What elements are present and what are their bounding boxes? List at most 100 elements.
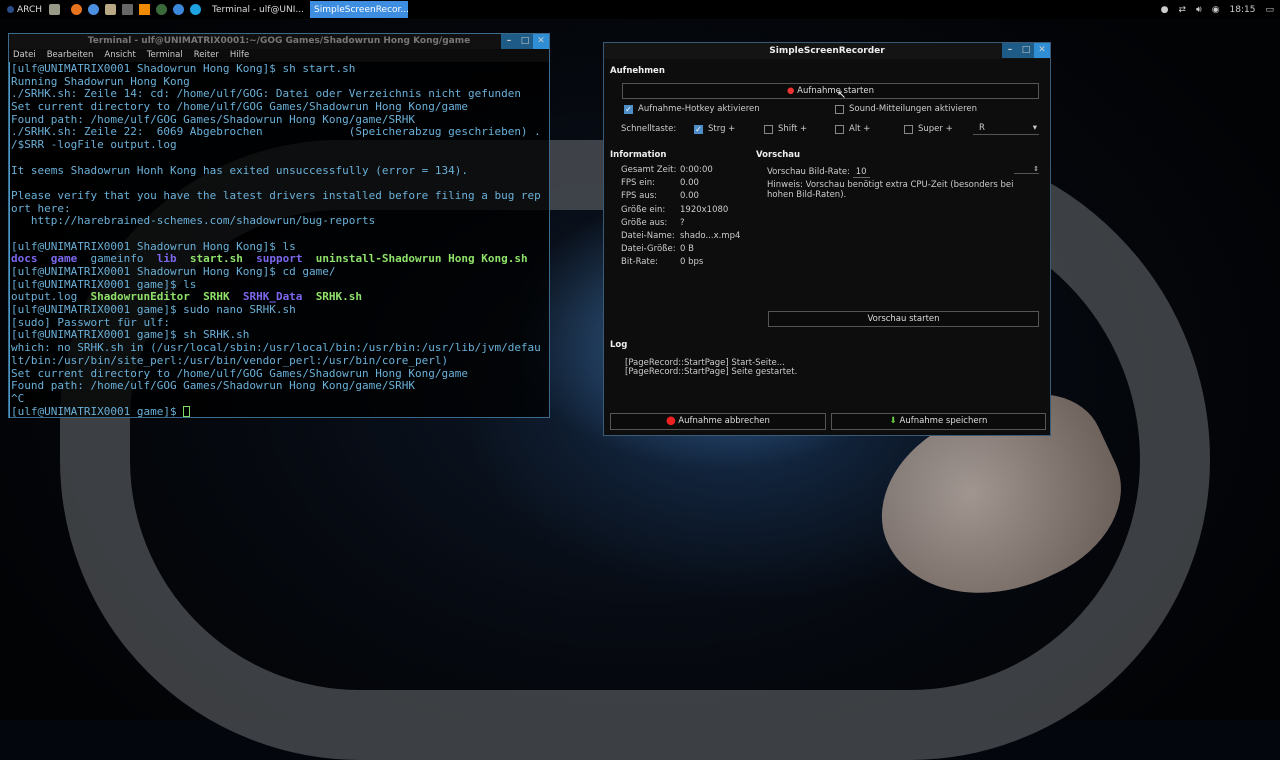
mod-shift-checkbox[interactable]: Shift + [764,124,807,134]
chevron-down-icon: ▾ [1032,123,1037,133]
skype-icon[interactable] [190,4,202,15]
terminal-text: Please verify that you have the latest d… [11,188,541,202]
terminal-text: [sudo] Passwort für ulf: [11,315,170,329]
show-desktop-icon[interactable]: ▭ [1265,5,1274,15]
record-icon: ● [787,86,795,96]
info-row: Bit-Rate: 0 bps [621,257,740,270]
cancel-recording-button[interactable]: ⬤ Aufnahme abbrechen [610,413,826,430]
terminal-text: ShadowrunEditor [90,290,190,304]
terminal-text: uninstall-Shadowrun Hong Kong.sh [315,252,528,266]
menu-item[interactable]: Datei [13,49,36,62]
menu-item[interactable]: Bearbeiten [47,49,94,62]
section-information-heading: Information [610,150,667,160]
task-terminal[interactable]: Terminal - ulf@UNI... [208,1,306,18]
ssr-launcher-icon[interactable] [156,4,168,15]
terminal-launcher-icon[interactable] [122,4,134,15]
preview-rate-input[interactable]: 10 [852,167,870,178]
minimize-button[interactable]: – [501,34,517,49]
terminal-cursor [183,405,191,417]
menu-item[interactable]: Reiter [194,49,219,62]
ssr-titlebar[interactable]: SimpleScreenRecorder – □ ✕ [604,43,1050,59]
terminal-text: Running Shadowrun Hong Kong [11,74,190,88]
terminal-text: [ulf@UNIMATRIX0001 Shadowrun Hong Kong]$… [11,265,336,278]
terminal-text: output.log [11,290,91,304]
start-menu[interactable]: ARCH [0,1,46,18]
info-row: FPS aus: 0.00 [621,191,740,204]
media-player-icon[interactable] [173,4,185,15]
checkbox-label: Shift + [778,124,808,134]
info-row: FPS ein: 0.00 [621,178,740,191]
terminal-text: [ulf@UNIMATRIX0001 game]$ ls [11,277,197,291]
mod-ctrl-checkbox[interactable]: ✓ Strg + [694,124,735,134]
terminal-text: SRHK [203,290,230,304]
save-recording-button[interactable]: ⬇ Aufnahme speichern [831,413,1046,430]
terminal-text: SRHK_Data [242,290,303,304]
network-icon[interactable]: ⇄ [1178,5,1186,15]
menu-item[interactable]: Hilfe [230,49,249,62]
mod-alt-checkbox[interactable]: Alt + [835,124,870,134]
terminal-line: [ulf@UNIMATRIX0001 game]$ [11,405,549,419]
checkbox-checked-icon: ✓ [624,104,633,114]
user-icon[interactable]: ● [1161,5,1169,15]
terminal-text: support [256,252,303,266]
volume-icon[interactable]: 🔊︎ [1196,5,1202,15]
terminal-text: Found path: /home/ulf/GOG Games/Shadowru… [11,379,415,393]
terminal-line: http://harebrained-schemes.com/shadowrun… [11,214,549,228]
task-label: Terminal - ulf@UNI... [212,4,304,15]
preview-rate-label: Vorschau Bild-Rate: [767,167,851,177]
terminal-text: ./SRHK.sh: Zeile 22: 6069 Abgebrochen (S… [11,125,541,139]
terminal-text: [ulf@UNIMATRIX0001 game]$ sudo nano SRHK… [11,303,296,317]
button-label: Vorschau starten [867,314,940,324]
clock[interactable]: 18:15 [1230,5,1256,15]
info-value: 0.00 [680,178,699,189]
terminal-line: /$SRR -logFile output.log [11,138,549,152]
checkbox-label: Alt + [849,124,871,134]
terminal-text: It seems Shadowrun Honh Kong has exited … [11,163,468,177]
info-value: 0.00 [680,191,699,202]
terminal-text: lib [156,252,177,266]
folder-icon[interactable] [49,4,61,15]
firefox-icon[interactable] [71,4,83,15]
terminal-output[interactable]: [ulf@UNIMATRIX0001 Shadowrun Hong Kong]$… [9,62,549,419]
task-label: SimpleScreenRecor... [314,4,409,15]
key-select[interactable]: R ▾ [973,121,1039,135]
chromium-icon[interactable] [88,4,100,15]
maximize-button[interactable]: □ [1018,43,1034,58]
menu-item[interactable]: Ansicht [104,49,135,62]
minimize-button[interactable]: – [1002,43,1018,58]
mod-super-checkbox[interactable]: Super + [904,124,953,134]
start-recording-button[interactable]: ● Aufnahme starten [622,83,1039,99]
terminal-text: ./SRHK.sh: Zeile 14: cd: /home/ulf/GOG: … [11,87,521,101]
terminal-text: docs [11,252,38,266]
close-button[interactable]: ✕ [1034,43,1050,58]
info-label: FPS ein: [621,178,655,189]
terminal-titlebar[interactable]: Terminal - ulf@UNIMATRIX0001:~/GOG Games… [9,34,549,49]
info-value: 0 B [680,244,694,255]
file-manager-icon[interactable] [105,4,117,15]
window-title: SimpleScreenRecorder [769,46,885,56]
maximize-button[interactable]: □ [517,34,533,49]
update-icon[interactable]: ◉ [1212,5,1220,15]
close-button[interactable]: ✕ [533,34,549,49]
vlc-icon[interactable] [139,4,151,15]
shortcut-label: Schnelltaste: [621,124,677,134]
button-label: Aufnahme abbrechen [678,416,770,426]
spinner-arrows-icon[interactable]: ⇕ [1014,165,1039,174]
task-simplescreenrecorder[interactable]: SimpleScreenRecor... [310,1,409,18]
sound-notify-checkbox[interactable]: Sound-Mitteilungen aktivieren [835,104,977,114]
start-preview-button[interactable]: Vorschau starten [768,311,1039,327]
info-label: Bit-Rate: [621,257,658,268]
terminal-text: Set current directory to /home/ulf/GOG G… [11,100,468,114]
terminal-window: Terminal - ulf@UNIMATRIX0001:~/GOG Games… [8,33,550,419]
preview-hint: Hinweis: Vorschau benötigt extra CPU-Zei… [767,180,1014,200]
menu-item[interactable]: Terminal [147,49,183,62]
info-value: 0:00:00 [680,165,713,175]
checkbox-icon [904,124,913,134]
checkbox-label: Aufnahme-Hotkey aktivieren [638,104,760,114]
hotkey-enable-checkbox[interactable]: ✓ Aufnahme-Hotkey aktivieren [624,104,760,114]
terminal-text: lt/bin:/usr/bin/site_perl:/usr/bin/vendo… [11,353,449,367]
section-preview-heading: Vorschau [756,150,801,160]
